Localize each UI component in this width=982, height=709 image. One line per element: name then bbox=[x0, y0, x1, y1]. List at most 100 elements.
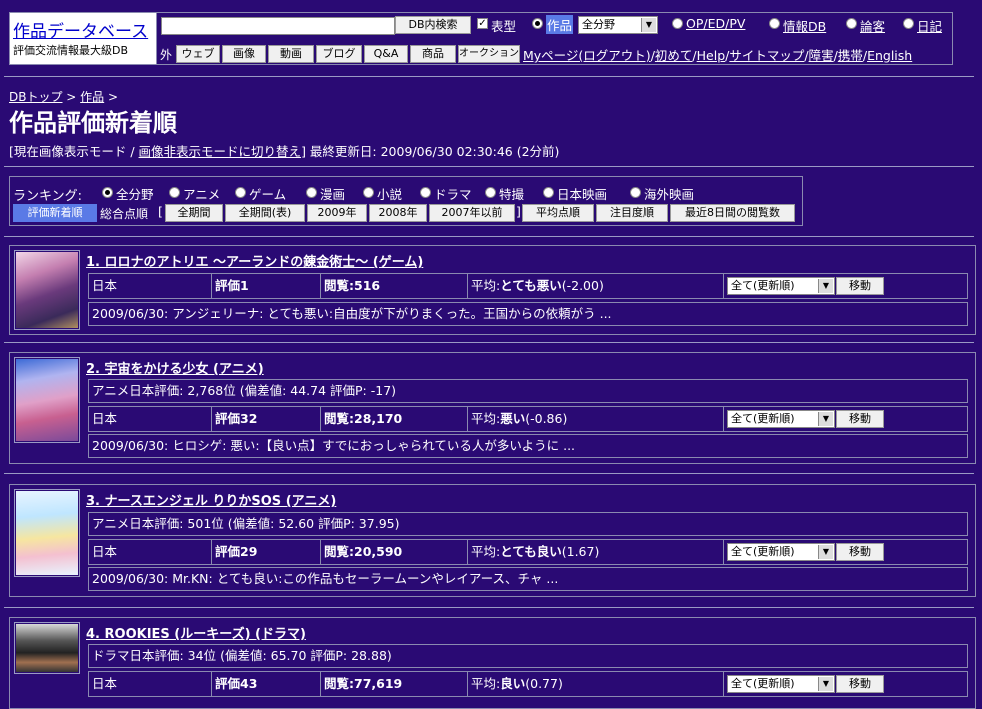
first-time-link[interactable]: 初めて bbox=[655, 48, 693, 63]
work-thumbnail[interactable] bbox=[14, 357, 80, 443]
go-button[interactable]: 移動 bbox=[836, 277, 884, 295]
genre-radio-foreign-movie[interactable] bbox=[630, 187, 641, 198]
review-sort-value: 全て(更新順) bbox=[731, 677, 795, 690]
tab-blog[interactable]: ブログ bbox=[316, 45, 362, 63]
user-nav-links: Myページ(ログアウト)/初めて/Help/サイトマップ/障害/携帯/Engli… bbox=[523, 48, 913, 63]
work-title-link[interactable]: 3. ナースエンジェル りりかSOS (アニメ) bbox=[86, 490, 336, 509]
english-link[interactable]: English bbox=[867, 48, 912, 63]
diary-link[interactable]: 日記 bbox=[917, 16, 942, 35]
ronkaku-link[interactable]: 論客 bbox=[860, 16, 885, 35]
sort-average[interactable]: 平均点順 bbox=[522, 204, 594, 222]
work-average: 平均:とても良い(1.67) bbox=[468, 540, 724, 564]
period-2009[interactable]: 2009年 bbox=[307, 204, 367, 222]
works-radio[interactable] bbox=[532, 18, 543, 29]
site-logo[interactable]: 作品データベース 評価交流情報最大級DB bbox=[10, 13, 157, 64]
work-eval-count: 評価32 bbox=[212, 407, 321, 431]
period-2008[interactable]: 2008年 bbox=[369, 204, 427, 222]
tab-qa[interactable]: Q&A bbox=[364, 45, 408, 63]
work-item: 3. ナースエンジェル りりかSOS (アニメ) アニメ日本評価: 501位 (… bbox=[9, 484, 976, 597]
help-link[interactable]: Help bbox=[697, 48, 726, 63]
go-button[interactable]: 移動 bbox=[836, 543, 884, 561]
ranking-panel: ランキング: 全分野 アニメ ゲーム 漫画 小説 ドラマ 特撮 日本映画 海外映… bbox=[9, 176, 803, 226]
genre-radio-tokusatsu[interactable] bbox=[485, 187, 496, 198]
info-db-radio[interactable] bbox=[769, 18, 780, 29]
review-sort-value: 全て(更新順) bbox=[731, 412, 795, 425]
work-average: 平均:とても悪い(-2.00) bbox=[468, 274, 724, 298]
diary-radio[interactable] bbox=[903, 18, 914, 29]
work-region: 日本 bbox=[89, 274, 212, 298]
genre-select[interactable]: 全分野 ▼ bbox=[578, 16, 658, 34]
divider bbox=[4, 473, 974, 474]
ronkaku-radio[interactable] bbox=[846, 18, 857, 29]
genre-label-drama: ドラマ bbox=[434, 187, 472, 202]
chevron-down-icon: ▼ bbox=[818, 677, 833, 691]
db-search-button[interactable]: DB内検索 bbox=[395, 16, 471, 34]
genre-radio-novel[interactable] bbox=[363, 187, 374, 198]
table-type-checkbox[interactable]: ✓ bbox=[477, 18, 488, 29]
genre-label-foreign-movie: 海外映画 bbox=[644, 187, 695, 202]
info-db-link[interactable]: 情報DB bbox=[783, 16, 826, 35]
genre-select-value: 全分野 bbox=[582, 18, 615, 31]
go-button[interactable]: 移動 bbox=[836, 410, 884, 428]
sitemap-link[interactable]: サイトマップ bbox=[729, 48, 804, 63]
breadcrumb-works[interactable]: 作品 bbox=[80, 90, 104, 104]
genre-label-tokusatsu: 特撮 bbox=[499, 187, 525, 202]
op-ed-pv-link[interactable]: OP/ED/PV bbox=[686, 16, 745, 31]
genre-ranking-line: アニメ日本評価: 501位 (偏差値: 52.60 評価P: 37.95) bbox=[88, 512, 968, 536]
work-title-link[interactable]: 2. 宇宙をかける少女 (アニメ) bbox=[86, 358, 264, 377]
site-title[interactable]: 作品データベース bbox=[13, 17, 148, 42]
tab-web[interactable]: ウェブ bbox=[176, 45, 220, 63]
work-item: 2. 宇宙をかける少女 (アニメ) アニメ日本評価: 2,768位 (偏差値: … bbox=[9, 352, 976, 464]
period-all[interactable]: 全期間 bbox=[165, 204, 223, 222]
image-hide-mode-link[interactable]: 画像非表示モードに切り替え bbox=[139, 144, 302, 159]
sort-attention[interactable]: 注目度順 bbox=[596, 204, 668, 222]
genre-ranking-line: ドラマ日本評価: 34位 (偏差値: 65.70 評価P: 28.88) bbox=[88, 644, 968, 668]
genre-radio-all[interactable] bbox=[102, 187, 113, 198]
work-thumbnail[interactable] bbox=[14, 250, 80, 330]
tab-auction[interactable]: オークション bbox=[458, 45, 520, 63]
work-title-link[interactable]: 1. ロロナのアトリエ ～アーランドの錬金術士～ (ゲーム) bbox=[86, 251, 423, 270]
genre-radio-anime[interactable] bbox=[169, 187, 180, 198]
period-2007-before[interactable]: 2007年以前 bbox=[429, 204, 515, 222]
genre-radio-manga[interactable] bbox=[306, 187, 317, 198]
genre-label-game: ゲーム bbox=[249, 187, 287, 202]
genre-radio-jp-movie[interactable] bbox=[543, 187, 554, 198]
mobile-link[interactable]: 携帯 bbox=[838, 48, 863, 63]
genre-radio-game[interactable] bbox=[235, 187, 246, 198]
mode-open: [現在画像表示モード / bbox=[9, 144, 139, 159]
divider bbox=[4, 236, 974, 237]
work-title-link[interactable]: 4. ROOKIES (ルーキーズ) (ドラマ) bbox=[86, 623, 306, 642]
latest-comment: 2009/06/30: Mr.KN: とても良い:この作品もセーラームーンやレイ… bbox=[88, 567, 968, 591]
work-eval-count: 評価29 bbox=[212, 540, 321, 564]
genre-radio-drama[interactable] bbox=[420, 187, 431, 198]
go-button[interactable]: 移動 bbox=[836, 675, 884, 693]
work-region: 日本 bbox=[89, 540, 212, 564]
sort-recent-views[interactable]: 最近8日間の閲覧数 bbox=[670, 204, 795, 222]
review-sort-select[interactable]: 全て(更新順) ▼ bbox=[727, 277, 835, 295]
period-all-table[interactable]: 全期間(表) bbox=[225, 204, 305, 222]
review-sort-select[interactable]: 全て(更新順) ▼ bbox=[727, 410, 835, 428]
average-prefix: 平均: bbox=[471, 411, 501, 426]
work-stats-row: 日本 評価1 閲覧:516 平均:とても悪い(-2.00) 全て(更新順) ▼ 移… bbox=[88, 273, 968, 299]
review-sort-select[interactable]: 全て(更新順) ▼ bbox=[727, 675, 835, 693]
trouble-link[interactable]: 障害 bbox=[809, 48, 834, 63]
tab-video[interactable]: 動画 bbox=[268, 45, 314, 63]
divider bbox=[4, 166, 974, 167]
work-thumbnail[interactable] bbox=[14, 489, 80, 577]
tab-products[interactable]: 商品 bbox=[410, 45, 456, 63]
tab-image[interactable]: 画像 bbox=[222, 45, 266, 63]
op-ed-pv-radio[interactable] bbox=[672, 18, 683, 29]
average-word: とても良い bbox=[500, 544, 562, 559]
page-title: 作品評価新着順 bbox=[9, 109, 177, 137]
divider bbox=[4, 607, 974, 608]
outer-search-label: 外 bbox=[160, 48, 173, 62]
work-thumbnail[interactable] bbox=[14, 622, 80, 674]
genre-label-jp-movie: 日本映画 bbox=[557, 187, 608, 202]
work-eval-count: 評価43 bbox=[212, 672, 321, 696]
review-sort-select[interactable]: 全て(更新順) ▼ bbox=[727, 543, 835, 561]
search-input[interactable] bbox=[161, 17, 395, 35]
tab-new-ratings[interactable]: 評価新着順 bbox=[13, 204, 97, 222]
work-eval-count: 評価1 bbox=[212, 274, 321, 298]
mypage-link[interactable]: Myページ(ログアウト) bbox=[523, 48, 651, 63]
breadcrumb-db-top[interactable]: DBトップ bbox=[9, 90, 62, 104]
